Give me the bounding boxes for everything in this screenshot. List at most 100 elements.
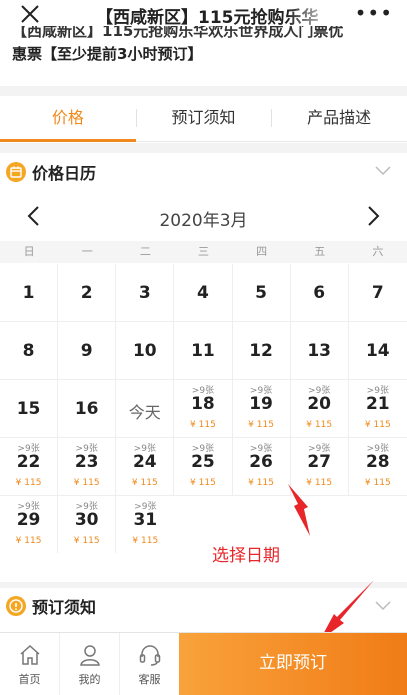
price-calendar-header[interactable]: 价格日历 [0,153,407,191]
headset-icon [139,645,161,666]
calendar-day-cell[interactable]: >9张 21 ¥ 115 [349,380,407,437]
next-month-icon[interactable] [363,204,383,228]
day-number: 6 [313,283,326,303]
price-label: ¥ 115 [15,478,42,488]
tab-price[interactable]: 价格 [0,96,136,142]
calendar-day-cell: 11 [174,322,233,379]
tab-booking-notes[interactable]: 预订须知 [135,96,272,141]
day-number: 21 [365,394,390,414]
nav-mine[interactable]: 我的 [60,633,120,695]
calendar-day-cell: 16 [58,380,117,437]
calendar-week-row: 1 2 3 4 5 6 7 [0,264,407,322]
price-label: ¥ 115 [190,420,216,430]
weekday-header: 日 一 二 三 四 五 六 [0,241,407,263]
day-number: 14 [365,341,390,361]
page-title: 【西咸新区】115元抢购乐华 [96,8,319,28]
calendar-day-cell[interactable]: >9张 18 ¥ 115 [174,380,233,437]
day-number: 26 [249,452,273,472]
price-label: ¥ 115 [364,478,391,488]
chevron-down-icon[interactable] [375,164,391,176]
day-number: 29 [16,510,41,530]
calendar-day-cell: 8 [0,322,59,379]
book-now-button[interactable]: 立即预订 [179,633,407,695]
calendar-day-cell: 10 [116,322,175,379]
day-number: 4 [197,283,209,303]
nav-home-label: 首页 [18,673,41,686]
day-number: 3 [138,283,151,303]
day-number: 31 [133,510,158,530]
booking-notes-title: 预订须知 [32,598,97,617]
day-number: 15 [16,399,41,419]
select-date-annotation: 选择日期 [212,546,280,566]
calendar-week-row: >9张 22 ¥ 115 >9张 23 ¥ 115 >9张 24 ¥ 115 >9张 25 ¥ 115… [0,438,407,496]
annotation-arrow-icon [288,484,310,536]
day-number: 10 [132,341,157,361]
day-number: 23 [74,452,99,472]
nav-mine-label: 我的 [78,673,101,686]
day-number: 5 [255,283,267,303]
nav-customer-service-label: 客服 [138,673,161,686]
calendar-day-cell: 12 [233,322,291,379]
price-label: ¥ 115 [306,420,333,430]
calendar-day-cell: 7 [349,264,407,321]
day-number: 28 [365,452,390,472]
close-icon[interactable] [18,2,42,26]
price-label: ¥ 115 [73,478,100,488]
day-number: 13 [307,341,332,361]
today-label: 今天 [128,403,161,422]
user-icon [80,645,100,666]
bottom-bar: 首页 我的 客服 立即预订 [0,632,407,695]
calendar-day-cell[interactable]: >9张 23 ¥ 115 [58,438,117,495]
day-number: 16 [74,399,99,419]
calendar-day-cell: 9 [58,322,117,379]
price-label: ¥ 115 [15,536,42,546]
calendar-day-cell: 今天 [116,380,175,437]
price-label: ¥ 115 [248,478,274,488]
day-number: 18 [191,394,215,414]
calendar-day-cell: 14 [349,322,407,379]
info-icon [6,596,26,616]
calendar-day-cell[interactable]: >9张 29 ¥ 115 [0,496,59,553]
nav-customer-service[interactable]: 客服 [120,633,180,695]
calendar-day-cell[interactable]: >9张 19 ¥ 115 [233,380,291,437]
home-icon [20,644,40,665]
calendar-day-cell[interactable]: >9张 30 ¥ 115 [58,496,117,553]
product-title-line2: 惠票【至少提前3小时预订】 [12,45,203,63]
chevron-down-icon[interactable] [375,599,391,611]
current-month: 2020年3月 [159,211,248,231]
price-label: ¥ 115 [190,478,216,488]
price-label: ¥ 115 [248,420,274,430]
calendar-day-cell[interactable]: >9张 28 ¥ 115 [349,438,407,495]
day-number: 12 [249,341,273,361]
calendar-day-cell[interactable]: >9张 31 ¥ 115 [116,496,174,553]
day-number: 1 [22,283,35,303]
tab-bar: 价格 预订须知 产品描述 [0,96,407,142]
calendar-day-cell[interactable]: >9张 24 ¥ 115 [116,438,175,495]
day-number: 8 [22,341,35,361]
calendar-day-cell: 3 [116,264,175,321]
more-menu-icon[interactable]: ••• [355,3,393,23]
weekday-label: 六 [372,245,384,258]
weekday-label: 三 [197,245,209,258]
calendar-week-row: 15 16 今天 >9张 18 ¥ 115 >9张 19 ¥ 115 >9张 20 ¥ 115 >9张 2… [0,380,407,438]
price-label: ¥ 115 [131,478,158,488]
day-number: 24 [132,452,157,472]
day-number: 19 [249,394,273,414]
calendar-icon [6,162,26,182]
calendar-day-cell[interactable]: >9张 26 ¥ 115 [233,438,291,495]
calendar-day-cell: 15 [0,380,59,437]
weekday-label: 一 [81,245,93,258]
calendar-day-cell: 2 [58,264,117,321]
calendar-day-cell[interactable]: >9张 20 ¥ 115 [291,380,349,437]
nav-home[interactable]: 首页 [0,633,60,695]
product-title: 【西咸新区】115元抢购乐华欢乐世界成人门票优 惠票【至少提前3小时预订】 [12,26,407,86]
day-number: 7 [371,283,384,303]
product-title-line1: 【西咸新区】115元抢购乐华欢乐世界成人门票优 [12,26,344,38]
price-calendar-title: 价格日历 [32,164,97,183]
tab-product-description[interactable]: 产品描述 [271,96,407,141]
weekday-label: 五 [314,245,326,258]
weekday-label: 四 [256,245,268,258]
calendar-day-cell[interactable]: >9张 25 ¥ 115 [174,438,233,495]
month-navigator: 2020年3月 [0,198,407,234]
calendar-day-cell[interactable]: >9张 22 ¥ 115 [0,438,59,495]
